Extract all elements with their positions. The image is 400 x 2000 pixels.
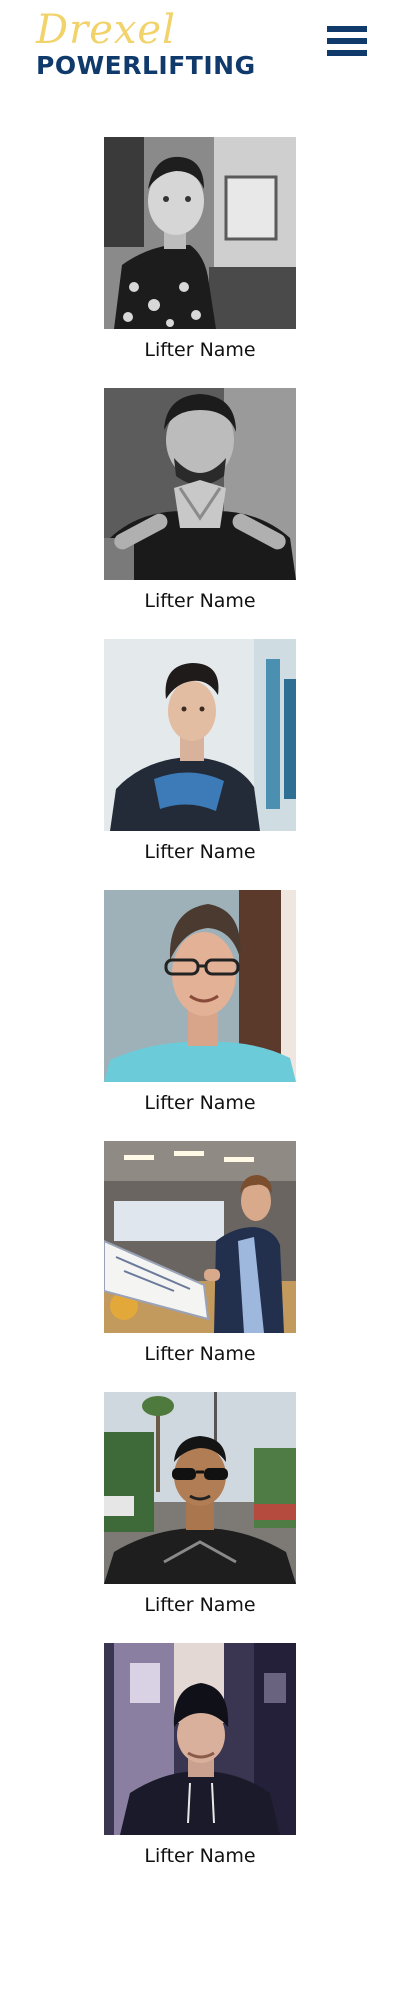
lifter-name: Lifter Name (144, 1343, 256, 1365)
lifter-card[interactable]: Lifter Name (104, 1392, 296, 1632)
lifter-photo (104, 1643, 296, 1835)
lifter-card[interactable]: Lifter Name (104, 890, 296, 1130)
lifter-name: Lifter Name (144, 1092, 256, 1114)
lifter-photo (104, 890, 296, 1082)
lifter-photo (104, 388, 296, 580)
lifter-name: Lifter Name (144, 1845, 256, 1867)
lifter-photo (104, 639, 296, 831)
lifter-card[interactable]: Lifter Name (104, 388, 296, 628)
lifter-name: Lifter Name (144, 841, 256, 863)
lifter-photo (104, 137, 296, 329)
lifter-card[interactable]: Lifter Name (104, 639, 296, 879)
lifter-photo (104, 1392, 296, 1584)
lifter-card[interactable]: Lifter Name (104, 137, 296, 377)
lifter-name: Lifter Name (144, 339, 256, 361)
lifter-card[interactable]: Lifter Name (104, 1643, 296, 1883)
lifter-card[interactable]: Lifter Name (104, 1141, 296, 1381)
lifter-photo (104, 1141, 296, 1333)
lifter-name: Lifter Name (144, 1594, 256, 1616)
lifter-name: Lifter Name (144, 590, 256, 612)
lifter-roster: Lifter Name Lifter Name Lifter Name Lift… (0, 0, 400, 2000)
